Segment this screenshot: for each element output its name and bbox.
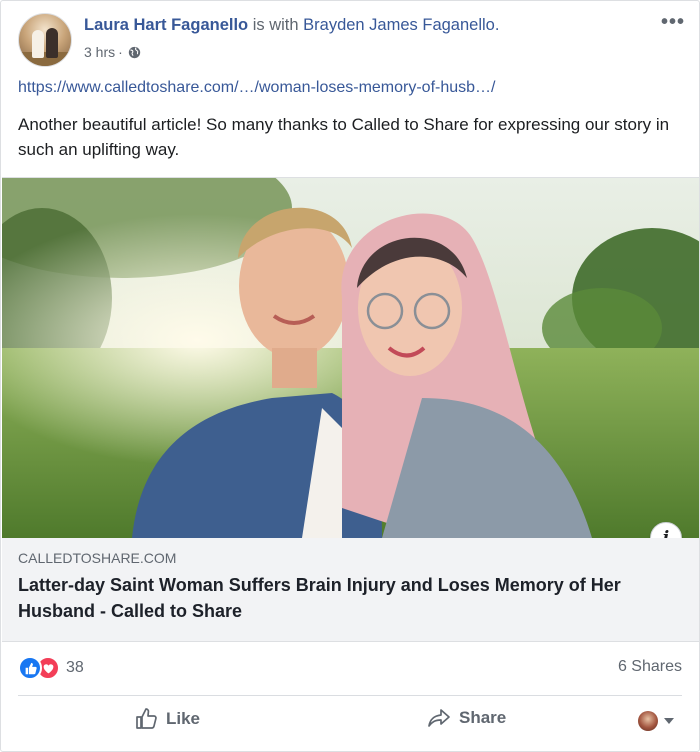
article-link[interactable]: https://www.calledtoshare.com/…/woman-lo… [18, 79, 496, 97]
author-name-link[interactable]: Laura Hart Faganello [84, 16, 248, 34]
meta-separator: · [118, 44, 123, 60]
link-caption[interactable]: CALLEDTOSHARE.COM Latter-day Saint Woman… [2, 538, 699, 641]
author-line: Laura Hart Faganello is with Brayden Jam… [84, 16, 499, 35]
like-button[interactable]: Like [134, 707, 200, 731]
reaction-count[interactable]: 38 [66, 659, 84, 677]
like-label: Like [166, 709, 201, 728]
like-reaction-icon [18, 656, 42, 680]
post-timestamp[interactable]: 3 hrs [84, 44, 115, 60]
post-text: Another beautiful article! So many thank… [18, 115, 670, 159]
chevron-down-icon [664, 718, 674, 724]
link-headline[interactable]: Latter-day Saint Woman Suffers Brain Inj… [18, 572, 683, 624]
reactions-summary[interactable]: 38 [18, 656, 84, 680]
feed-post: Laura Hart Faganello is with Brayden Jam… [0, 0, 700, 752]
article-photo[interactable] [2, 178, 699, 538]
share-count[interactable]: 6 Shares [618, 658, 682, 676]
thumbs-up-icon [136, 708, 157, 729]
globe-icon[interactable] [128, 46, 141, 59]
link-domain: CALLEDTOSHARE.COM [18, 550, 177, 566]
more-options-icon[interactable]: ••• [661, 12, 685, 32]
post-actions: Like Share [18, 701, 682, 745]
tagged-person-link[interactable]: Brayden James Faganello. [303, 16, 499, 34]
post-meta: 3 hrs · [84, 44, 141, 60]
author-avatar[interactable] [18, 13, 72, 67]
link-attachment[interactable]: i CALLEDTOSHARE.COM Latter-day Saint Wom… [2, 177, 699, 642]
post-stats: 38 6 Shares [18, 654, 682, 684]
share-arrow-icon [428, 709, 450, 727]
avatar-ground [19, 52, 71, 66]
actions-divider [18, 695, 682, 696]
post-header: Laura Hart Faganello is with Brayden Jam… [18, 12, 687, 67]
share-label: Share [459, 708, 507, 727]
share-button[interactable]: Share [427, 707, 506, 729]
avatar-figure-bride [32, 30, 44, 58]
react-as-selector[interactable] [638, 711, 674, 731]
avatar-figure-groom [46, 28, 58, 58]
couple-selfie-image [2, 178, 699, 538]
with-text: is with [248, 16, 304, 34]
user-avatar [638, 711, 658, 731]
